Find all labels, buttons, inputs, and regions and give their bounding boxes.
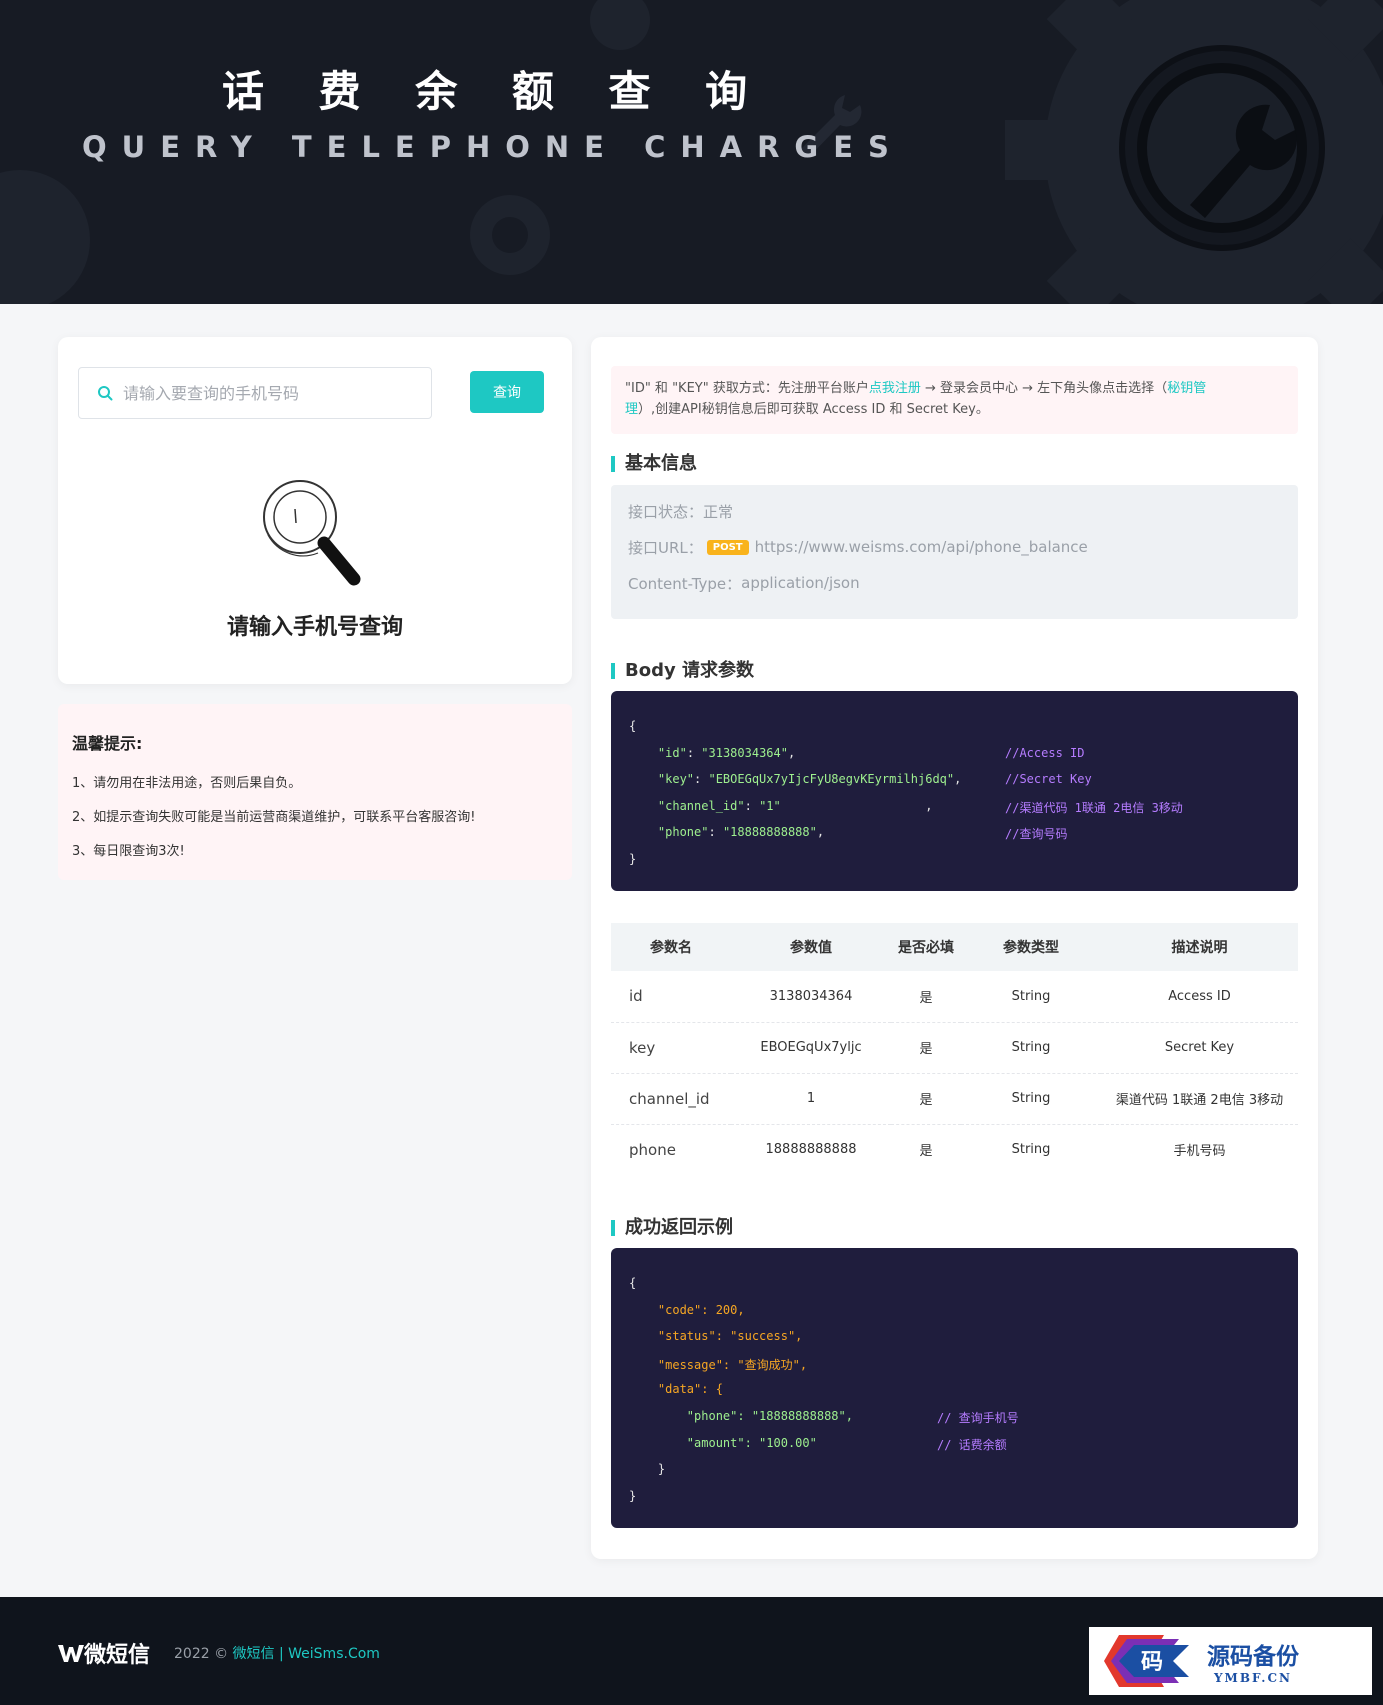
cell: String [961, 1073, 1101, 1125]
code-line: "id": "3138034364",//Access ID [657, 745, 1085, 760]
key-management-link-cont[interactable]: 理 [625, 402, 638, 417]
code-line: "phone": "18888888888",// 查询手机号 [629, 1408, 1019, 1425]
status-label: 接口状态： [628, 502, 704, 521]
tips-card: 温馨提示: 1、请勿用在非法用途，否则后果自负。 2、如提示查询失败可能是当前运… [58, 704, 572, 880]
column-header: 参数类型 [961, 923, 1101, 971]
tips-list: 1、请勿用在非法用途，否则后果自负。 2、如提示查询失败可能是当前运营商渠道维护… [72, 772, 558, 859]
code-line: "status": "success", [629, 1329, 803, 1344]
brand-link[interactable]: 微短信 | WeiSms.Com [233, 1646, 380, 1662]
body-params-title: Body 请求参数 [611, 662, 754, 680]
key-management-link[interactable]: 秘钥管 [1167, 381, 1206, 396]
watermark-main-text: 源码备份 [1207, 1643, 1299, 1670]
status-line: 接口状态： 正常 [628, 501, 1281, 521]
tip-item: 2、如提示查询失败可能是当前运营商渠道维护，可联系平台客服咨询! [72, 810, 476, 825]
cell: EBOEGqUx7yljc [731, 1022, 891, 1074]
code-line: "phone": "18888888888",//查询号码 [657, 825, 1068, 842]
register-link[interactable]: 点我注册 [869, 381, 921, 396]
tip-item: 3、每日限查询3次! [72, 844, 185, 859]
method-badge: POST [706, 539, 749, 555]
code-line: "amount": "100.00"// 话费余额 [629, 1435, 1007, 1452]
basic-info-box: 接口状态： 正常 接口URL： POST https://www.weisms.… [611, 485, 1298, 619]
watermark-logo: 码 源码备份 YMBF.CN [1089, 1627, 1372, 1695]
notice-suffix: ）,创建API秘钥信息后即可获取 Access ID 和 Secret Key。 [638, 402, 989, 417]
table-header-row: 参数名 参数值 是否必填 参数类型 描述说明 [611, 923, 1298, 971]
watermark-badge: 码 [1141, 1649, 1163, 1675]
code-line: "code": 200, [629, 1302, 745, 1317]
brand-w-icon [58, 1645, 84, 1662]
search-card: 查询 请输入手机号查询 [58, 337, 572, 684]
cell: Access ID [1101, 971, 1298, 1023]
url-label: 接口URL： [628, 538, 703, 557]
params-table: 参数名 参数值 是否必填 参数类型 描述说明 id 3138034364 是 S… [611, 923, 1298, 1175]
code-line: "data": { [629, 1382, 723, 1397]
notice-prefix: "ID" 和 "KEY" 获取方式：先注册平台账户 [625, 381, 869, 396]
footer-logo: 微短信 [58, 1637, 150, 1669]
cell: 是 [891, 1022, 961, 1074]
cell: 是 [891, 971, 961, 1023]
notice-middle: → 登录会员中心 → 左下角头像点击选择（ [920, 381, 1168, 396]
cell: 3138034364 [731, 971, 891, 1023]
watermark-text: 源码备份 YMBF.CN [1207, 1637, 1299, 1685]
copyright-prefix: 2022 © [174, 1646, 233, 1662]
cell: Secret Key [1101, 1022, 1298, 1074]
search-icon [98, 386, 113, 401]
empty-state-text: 请输入手机号查询 [226, 615, 403, 640]
code-line: } [629, 1462, 666, 1477]
tips-title: 温馨提示: [72, 734, 143, 753]
table-row: key EBOEGqUx7yljc 是 String Secret Key [611, 1022, 1298, 1074]
code-line: } [629, 851, 637, 866]
code-line: "channel_id": "1" ,//渠道代码 1联通 2电信 3移动 [657, 798, 1183, 815]
api-doc-card: "ID" 和 "KEY" 获取方式：先注册平台账户点我注册 → 登录会员中心 →… [591, 337, 1318, 1559]
cell: String [961, 971, 1101, 1023]
magnifier-illustration-icon [263, 480, 361, 586]
cell: phone [629, 1140, 676, 1159]
basic-info-title: 基本信息 [611, 455, 697, 473]
success-example-title: 成功返回示例 [611, 1219, 733, 1237]
page-header: 话 费 余 额 查 询 QUERY TELEPHONE CHARGES [0, 0, 1383, 304]
column-header: 描述说明 [1101, 923, 1298, 971]
cell: channel_id [611, 1073, 731, 1125]
column-header: 参数值 [731, 923, 891, 971]
content-type-line: Content-Type： application/json [628, 573, 1281, 593]
table-row: phone 18888888888 是 String 手机号码 [611, 1124, 1298, 1175]
column-header: 参数名 [611, 923, 731, 971]
cell: 1 [731, 1073, 891, 1125]
footer-logo-text: 微短信 [84, 1643, 151, 1668]
status-value: 正常 [703, 502, 734, 521]
cell: key [611, 1022, 731, 1074]
page-subtitle: QUERY TELEPHONE CHARGES [82, 130, 904, 164]
footer-copyright: 2022 © 微短信 | WeiSms.Com [174, 1643, 380, 1663]
watermark-sub-text: YMBF.CN [1213, 1671, 1292, 1685]
body-params-code: { "id": "3138034364",//Access ID "key": … [611, 691, 1298, 891]
code-line: } [629, 1488, 637, 1503]
code-line: { [629, 719, 637, 733]
page-title: 话 费 余 额 查 询 [222, 67, 768, 116]
cell: 渠道代码 1联通 2电信 3移动 [1101, 1073, 1298, 1125]
watermark-emblem-icon: 码 [1104, 1635, 1189, 1687]
code-line: "message": "查询成功", [629, 1357, 808, 1372]
query-button[interactable]: 查询 [470, 371, 544, 413]
api-key-notice: "ID" 和 "KEY" 获取方式：先注册平台账户点我注册 → 登录会员中心 →… [611, 366, 1298, 434]
cell: id [611, 971, 731, 1023]
code-line: { [629, 1276, 637, 1290]
search-field[interactable] [78, 367, 432, 419]
table-row: id 3138034364 是 String Access ID [611, 971, 1298, 1023]
tip-item: 1、请勿用在非法用途，否则后果自负。 [72, 776, 302, 791]
cell: 手机号码 [1173, 1144, 1226, 1160]
cell: 是 [919, 1144, 933, 1160]
cell: 18888888888 [765, 1142, 857, 1158]
cell: String [1011, 1142, 1051, 1158]
cell: 是 [891, 1073, 961, 1125]
table-row: channel_id 1 是 String 渠道代码 1联通 2电信 3移动 [611, 1073, 1298, 1125]
phone-search-input[interactable] [123, 383, 413, 403]
content-type-label: Content-Type： [628, 574, 742, 593]
column-header: 是否必填 [891, 923, 961, 971]
url-line: 接口URL： POST https://www.weisms.com/api/p… [628, 537, 1281, 557]
code-line: "key": "EBOEGqUx7yIjcFyU8egvKEyrmilhj6dq… [657, 772, 1092, 787]
success-example-code: { "code": 200, "status": "success", "mes… [611, 1248, 1298, 1528]
url-value: https://www.weisms.com/api/phone_balance [754, 538, 1088, 556]
cell: String [961, 1022, 1101, 1074]
content-type-value: application/json [741, 574, 860, 592]
